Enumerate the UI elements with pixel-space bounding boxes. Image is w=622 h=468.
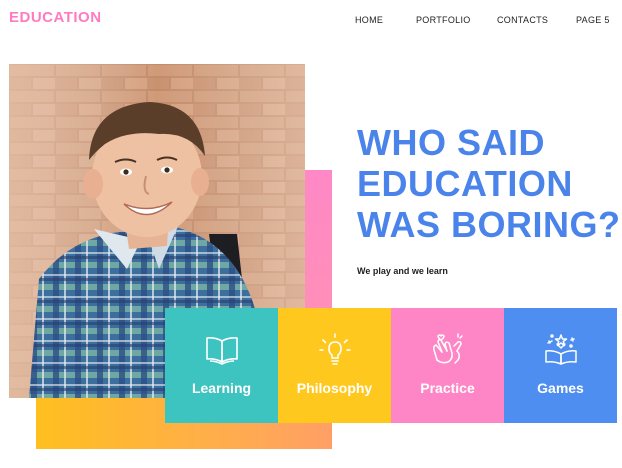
nav-portfolio[interactable]: PORTFOLIO — [416, 15, 471, 25]
tile-learning-label: Learning — [191, 380, 252, 396]
headline-line-3: WAS BORING? — [357, 204, 621, 245]
lightbulb-icon — [318, 333, 351, 365]
main-navigation: HOME PORTFOLIO CONTACTS PAGE 5 — [0, 15, 622, 29]
magic-book-icon — [544, 334, 577, 365]
hero-headline: WHO SAID EDUCATION WAS BORING? — [357, 122, 621, 245]
pink-accent-bar — [304, 170, 332, 310]
clapping-hands-icon — [432, 333, 463, 364]
tile-practice[interactable]: Practice — [391, 308, 504, 423]
hero-subtitle: We play and we learn — [357, 266, 448, 276]
nav-page-5[interactable]: PAGE 5 — [576, 15, 610, 25]
tile-learning[interactable]: Learning — [165, 308, 278, 423]
tile-games-label: Games — [537, 380, 584, 396]
headline-line-1: WHO SAID — [357, 122, 545, 163]
nav-home[interactable]: HOME — [355, 15, 383, 25]
tile-philosophy-label: Philosophy — [296, 380, 373, 396]
headline-line-2: EDUCATION — [357, 163, 573, 204]
nav-contacts[interactable]: CONTACTS — [497, 15, 548, 25]
tile-practice-label: Practice — [420, 380, 475, 396]
tile-games[interactable]: Games — [504, 308, 617, 423]
tile-philosophy[interactable]: Philosophy — [278, 308, 391, 423]
open-book-icon — [205, 337, 238, 365]
feature-tiles: Learning Philosophy Practice Games — [165, 308, 617, 423]
